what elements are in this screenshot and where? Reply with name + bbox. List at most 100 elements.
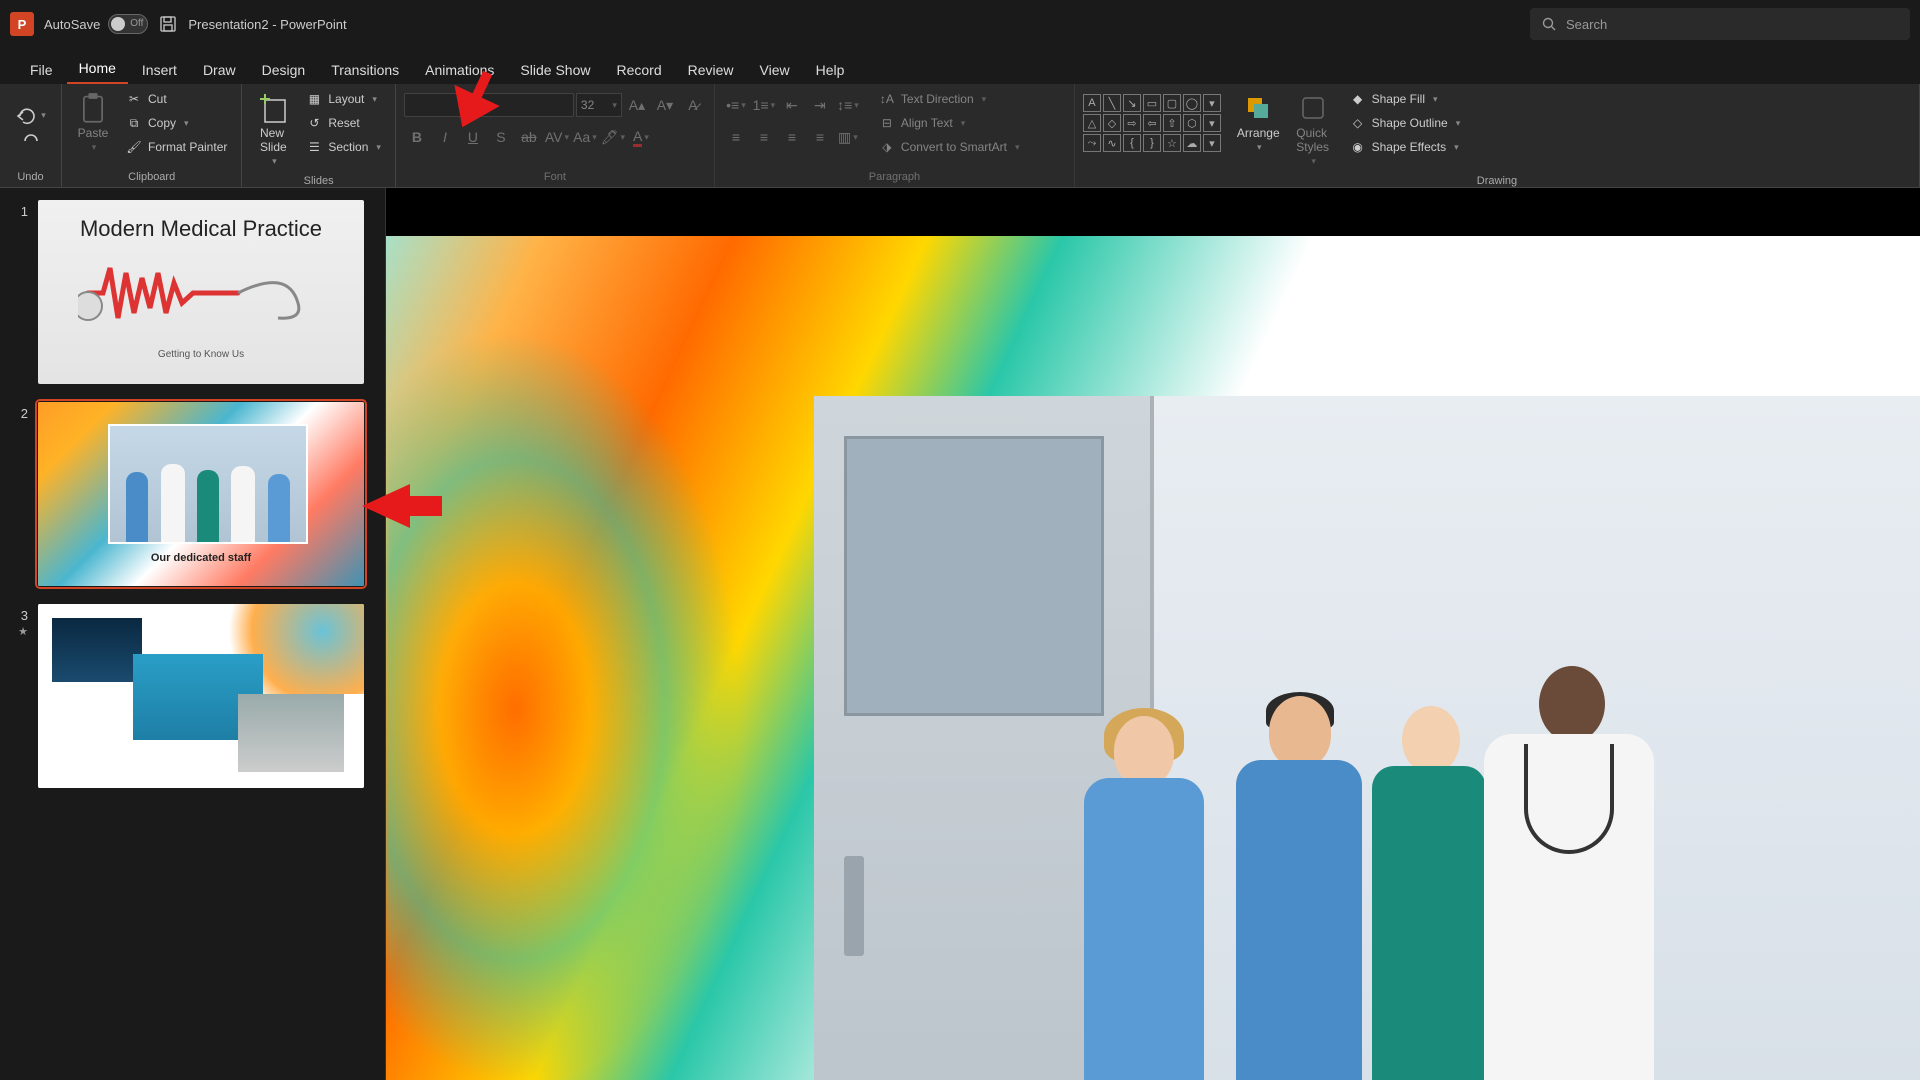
columns-button[interactable]: ▥▾: [835, 124, 861, 150]
shape-curve[interactable]: ∿: [1103, 134, 1121, 152]
shape-diamond[interactable]: ◇: [1103, 114, 1121, 132]
reset-icon: ↺: [306, 115, 322, 131]
current-slide[interactable]: [386, 236, 1920, 1080]
shape-arrow-left[interactable]: ⇦: [1143, 114, 1161, 132]
shape-oval[interactable]: ◯: [1183, 94, 1201, 112]
titlebar: P AutoSave Off Presentation2 - PowerPoin…: [0, 0, 1920, 48]
section-button[interactable]: ☰Section▾: [300, 136, 387, 158]
shape-brace-l[interactable]: {: [1123, 134, 1141, 152]
convert-smartart-button[interactable]: ⬗Convert to SmartArt▾: [873, 136, 1026, 158]
decrease-font-button[interactable]: A▾: [652, 92, 678, 118]
thumbnail-3-preview[interactable]: [38, 604, 364, 788]
highlight-icon: 🖊: [601, 129, 619, 146]
menu-view[interactable]: View: [748, 56, 802, 84]
slide-thumbnail-panel[interactable]: 1 Modern Medical Practice Getting to Kno…: [0, 188, 386, 1080]
shape-line-arrow[interactable]: ↘: [1123, 94, 1141, 112]
increase-font-button[interactable]: A▴: [624, 92, 650, 118]
numbering-button[interactable]: 1≡▾: [751, 92, 777, 118]
format-painter-button[interactable]: 🖌Format Painter: [120, 136, 233, 158]
menu-record[interactable]: Record: [604, 56, 673, 84]
save-icon[interactable]: [158, 14, 178, 34]
undo-button[interactable]: ▾: [15, 107, 46, 125]
clear-formatting-button[interactable]: A̷: [680, 92, 706, 118]
cut-button[interactable]: ✂Cut: [120, 88, 233, 110]
line-spacing-button[interactable]: ↕≡▾: [835, 92, 861, 118]
menu-draw[interactable]: Draw: [191, 56, 248, 84]
shape-roundrect[interactable]: ▢: [1163, 94, 1181, 112]
shape-rect[interactable]: ▭: [1143, 94, 1161, 112]
shape-more-row1[interactable]: ▾: [1203, 94, 1221, 112]
redo-button[interactable]: [21, 131, 41, 149]
shape-arrow-right[interactable]: ⇨: [1123, 114, 1141, 132]
justify-icon: ≡: [816, 129, 824, 145]
menu-insert[interactable]: Insert: [130, 56, 189, 84]
shape-textbox[interactable]: A: [1083, 94, 1101, 112]
align-center-button[interactable]: ≡: [751, 124, 777, 150]
shape-line[interactable]: ╲: [1103, 94, 1121, 112]
shapes-gallery[interactable]: A ╲ ↘ ▭ ▢ ◯ ▾ △ ◇ ⇨ ⇦ ⇧ ⬡ ▾ ⤳ ∿ { } ☆ ☁: [1083, 94, 1221, 152]
shape-outline-button[interactable]: ◇Shape Outline▾: [1344, 112, 1467, 134]
section-icon: ☰: [306, 139, 322, 155]
slide-canvas-area[interactable]: [386, 188, 1920, 1080]
menu-transitions[interactable]: Transitions: [319, 56, 411, 84]
layout-button[interactable]: ▦Layout▾: [300, 88, 387, 110]
font-size-select[interactable]: 32▾: [576, 93, 622, 117]
shape-callout[interactable]: ☁: [1183, 134, 1201, 152]
search-input[interactable]: Search: [1530, 8, 1910, 40]
menu-help[interactable]: Help: [804, 56, 857, 84]
shape-arrow-up[interactable]: ⇧: [1163, 114, 1181, 132]
thumbnail-1-preview[interactable]: Modern Medical Practice Getting to Know …: [38, 200, 364, 384]
font-color-button[interactable]: A▾: [628, 124, 654, 150]
justify-button[interactable]: ≡: [807, 124, 833, 150]
copy-button[interactable]: ⧉Copy▾: [120, 112, 233, 134]
menu-file[interactable]: File: [18, 56, 65, 84]
menu-review[interactable]: Review: [676, 56, 746, 84]
highlight-button[interactable]: 🖊▾: [600, 124, 626, 150]
arrange-button[interactable]: Arrange▾: [1231, 88, 1286, 157]
menu-slide-show[interactable]: Slide Show: [508, 56, 602, 84]
autosave-toggle[interactable]: Off: [108, 14, 148, 34]
shape-hex[interactable]: ⬡: [1183, 114, 1201, 132]
text-direction-button[interactable]: ↕AText Direction▾: [873, 88, 1026, 110]
shape-star[interactable]: ☆: [1163, 134, 1181, 152]
bullets-button[interactable]: •≡▾: [723, 92, 749, 118]
group-undo-label: Undo: [8, 167, 53, 187]
new-slide-button[interactable]: New Slide▾: [250, 88, 296, 171]
shape-connector[interactable]: ⤳: [1083, 134, 1101, 152]
quick-styles-button[interactable]: Quick Styles▾: [1290, 88, 1336, 171]
change-case-button[interactable]: Aa▾: [572, 124, 598, 150]
thumbnail-slide-2[interactable]: 2 Our dedicated staff: [14, 402, 371, 586]
increase-indent-button[interactable]: ⇥: [807, 92, 833, 118]
shapes-expand[interactable]: ▾: [1203, 134, 1221, 152]
quick-styles-icon: [1299, 92, 1327, 124]
autosave-control[interactable]: AutoSave Off: [44, 14, 148, 34]
shape-effects-button[interactable]: ◉Shape Effects▾: [1344, 136, 1467, 158]
nurse-1: [1064, 716, 1224, 1080]
shape-fill-button[interactable]: ◆Shape Fill▾: [1344, 88, 1467, 110]
thumbnail-2-preview[interactable]: Our dedicated staff: [38, 402, 364, 586]
staff-photo[interactable]: [814, 396, 1920, 1080]
align-left-button[interactable]: ≡: [723, 124, 749, 150]
thumbnail-slide-3[interactable]: 3 ★: [14, 604, 371, 788]
align-right-icon: ≡: [788, 129, 796, 145]
document-title: Presentation2 - PowerPoint: [188, 17, 346, 32]
shape-brace-r[interactable]: }: [1143, 134, 1161, 152]
redo-icon: [21, 131, 41, 149]
menu-home[interactable]: Home: [67, 54, 128, 84]
paste-button[interactable]: Paste ▾: [70, 88, 116, 157]
paste-icon: [79, 92, 107, 124]
menu-design[interactable]: Design: [250, 56, 318, 84]
new-slide-icon: [259, 92, 287, 124]
align-right-button[interactable]: ≡: [779, 124, 805, 150]
decrease-indent-button[interactable]: ⇤: [779, 92, 805, 118]
strikethrough-button[interactable]: ab: [516, 124, 542, 150]
bold-button[interactable]: B: [404, 124, 430, 150]
group-paragraph-label: Paragraph: [723, 167, 1066, 187]
shape-more-row2[interactable]: ▾: [1203, 114, 1221, 132]
reset-button[interactable]: ↺Reset: [300, 112, 387, 134]
shape-triangle[interactable]: △: [1083, 114, 1101, 132]
align-text-icon: ⊟: [879, 115, 895, 131]
thumbnail-slide-1[interactable]: 1 Modern Medical Practice Getting to Kno…: [14, 200, 371, 384]
align-text-button[interactable]: ⊟Align Text▾: [873, 112, 1026, 134]
char-spacing-button[interactable]: AV▾: [544, 124, 570, 150]
